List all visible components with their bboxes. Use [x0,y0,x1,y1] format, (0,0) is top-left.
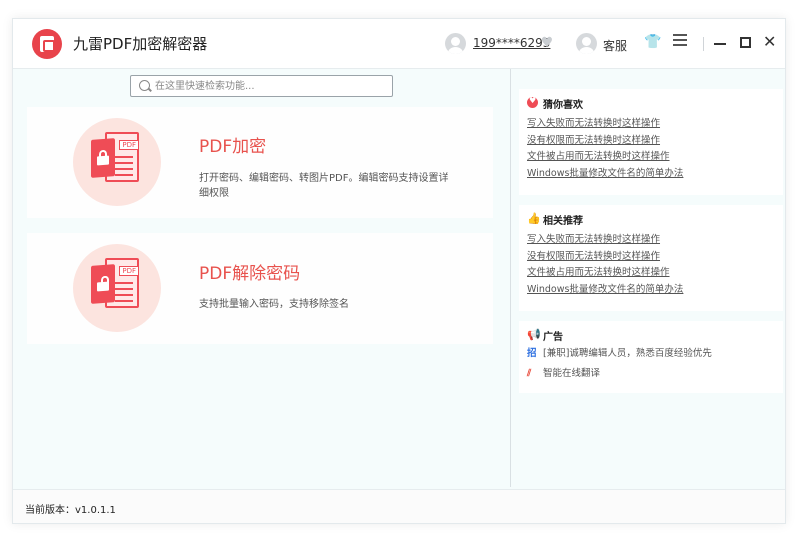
skin-shirt-icon[interactable]: 👕 [644,34,661,50]
card-title: PDF加密 [199,137,267,157]
doc-tag: PDF [119,140,139,150]
guess-you-like-panel: 猜你喜欢 写入失败而无法转换时这样操作 没有权限而无法转换时这样操作 文件被占用… [519,89,783,195]
pdf-lock-icon: PDF [73,118,161,206]
minimize-button[interactable] [713,35,727,51]
panel-title: 猜你喜欢 [543,100,583,111]
heart-icon [527,96,538,108]
app-logo-icon [32,29,62,59]
user-avatar-icon[interactable] [445,33,466,54]
ads-panel: 📢 广告 招 [兼职]诚聘编辑人员，熟悉百度经验优先 ⫽ 智能在线翻译 [519,321,783,393]
article-link[interactable]: 没有权限而无法转换时这样操作 [527,249,683,266]
related-recommend-panel: 👍 相关推荐 写入失败而无法转换时这样操作 没有权限而无法转换时这样操作 文件被… [519,205,783,311]
article-link[interactable]: 文件被占用而无法转换时这样操作 [527,265,683,282]
title-bar: 九雷PDF加密解密器 199****6295 ♥ 客服 👕 ✕ [13,19,785,69]
megaphone-icon: 📢 [527,328,541,341]
card-description: 支持批量输入密码，支持移除签名 [199,299,349,310]
ad-item[interactable]: 招 [兼职]诚聘编辑人员，熟悉百度经验优先 [527,345,712,361]
recruit-icon: 招 [527,348,537,359]
search-input[interactable] [155,78,385,94]
customer-service-label[interactable]: 客服 [603,37,627,54]
panel-divider [510,69,511,487]
vip-diamond-icon[interactable]: ♥ [539,35,555,51]
card-title: PDF解除密码 [199,264,301,284]
doc-tag: PDF [119,266,139,276]
ad-item[interactable]: ⫽ 智能在线翻译 [527,365,600,381]
search-box[interactable] [130,75,393,97]
pdf-encrypt-card[interactable]: PDF PDF加密 打开密码、编辑密码、转图片PDF。编辑密码支持设置详细权限 [27,107,493,218]
menu-icon[interactable] [673,34,687,47]
card-description: 打开密码、编辑密码、转图片PDF。编辑密码支持设置详细权限 [199,173,449,199]
ad-text: 智能在线翻译 [543,368,601,379]
version-label: 当前版本：v1.0.1.1 [25,505,116,516]
panel-title: 相关推荐 [543,216,583,227]
app-window: 九雷PDF加密解密器 199****6295 ♥ 客服 👕 ✕ PDF [12,18,786,524]
maximize-button[interactable] [740,37,751,48]
close-button[interactable]: ✕ [763,34,776,50]
translate-logo-icon: ⫽ [527,368,532,379]
panel-title: 广告 [543,332,563,343]
article-link[interactable]: 写入失败而无法转换时这样操作 [527,232,683,249]
pdf-decrypt-card[interactable]: PDF PDF解除密码 支持批量输入密码，支持移除签名 [27,233,493,344]
titlebar-divider [703,37,704,51]
article-link[interactable]: 没有权限而无法转换时这样操作 [527,133,683,150]
pdf-unlock-icon: PDF [73,244,161,332]
article-link[interactable]: Windows批量修改文件名的简单办法 [527,282,683,299]
ad-text: [兼职]诚聘编辑人员，熟悉百度经验优先 [543,348,712,359]
customer-service-icon[interactable] [576,33,597,54]
status-bar: 当前版本：v1.0.1.1 [13,489,785,523]
article-link[interactable]: Windows批量修改文件名的简单办法 [527,166,683,183]
app-title: 九雷PDF加密解密器 [73,35,208,53]
search-icon [139,80,150,91]
article-link[interactable]: 文件被占用而无法转换时这样操作 [527,149,683,166]
thumbs-up-icon: 👍 [527,212,541,225]
article-link[interactable]: 写入失败而无法转换时这样操作 [527,116,683,133]
